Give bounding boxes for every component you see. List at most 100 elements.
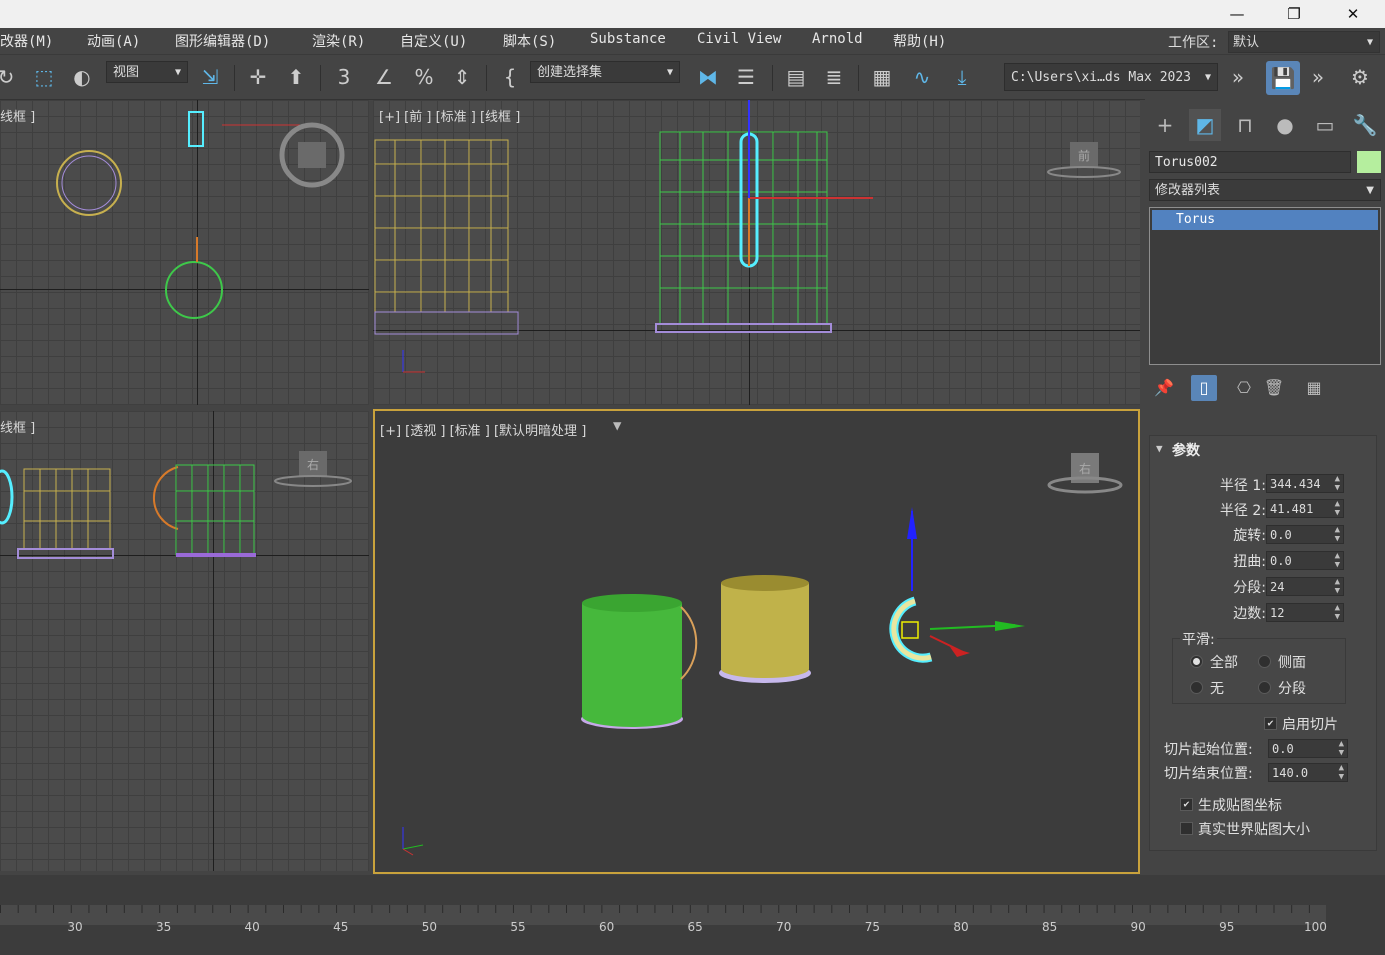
radius2-spinner[interactable]: 41.481 ▲ ▼ <box>1266 499 1344 518</box>
menu-substance[interactable]: Substance <box>590 31 666 47</box>
radius1-spinner[interactable]: 344.434 ▲ ▼ <box>1266 474 1344 493</box>
smooth-segments-radio[interactable] <box>1258 681 1271 694</box>
viewport-front[interactable]: [+] [前 ] [标准 ] [线框 ] 前 <box>373 100 1140 405</box>
percent-snap-icon[interactable]: % <box>410 63 438 91</box>
close-button[interactable]: ✕ <box>1338 4 1368 24</box>
select-object-icon[interactable]: ◐ <box>68 63 96 91</box>
rollout-title[interactable]: 参数 <box>1172 440 1200 460</box>
object-name-field[interactable]: Torus002 <box>1149 151 1351 173</box>
timeline[interactable]: 30 35 40 45 50 55 60 65 70 75 80 85 90 95 100 <box>0 875 1385 955</box>
create-tab-icon[interactable]: + <box>1149 109 1181 141</box>
remove-modifier-icon[interactable]: 🗑 <box>1261 375 1287 401</box>
axis-tripod-y <box>402 844 424 850</box>
named-selection-icon[interactable]: { <box>496 63 524 91</box>
hierarchy-tab-icon[interactable]: ⊓ <box>1229 109 1261 141</box>
expand-more-icon[interactable]: » <box>1224 63 1252 91</box>
display-tab-icon[interactable]: ▭ <box>1309 109 1341 141</box>
stack-item-torus[interactable]: Torus <box>1152 210 1378 230</box>
gen-map-coords-checkbox[interactable]: ✔ <box>1180 798 1193 811</box>
workspace-select[interactable]: 默认 ▼ <box>1228 31 1380 53</box>
place-icon[interactable]: ⬆ <box>282 63 310 91</box>
timeline-tick-label: 55 <box>510 920 526 934</box>
reference-coord-dropdown[interactable]: 视图 ▼ <box>106 61 188 83</box>
yellow-cylinder-left <box>23 468 111 550</box>
param-label-sides: 边数: <box>1233 606 1266 622</box>
menu-scripting[interactable]: 脚本(S) <box>503 31 556 51</box>
green-cylinder-front <box>659 131 828 325</box>
slice-from-label: 切片起始位置: <box>1164 742 1253 758</box>
slice-to-spinner[interactable]: 140.0 ▲ ▼ <box>1268 763 1348 782</box>
menu-customize[interactable]: 自定义(U) <box>400 31 467 51</box>
pivot-icon[interactable]: ⇲ <box>196 63 224 91</box>
torus-selected-left <box>0 469 14 525</box>
real-world-map-checkbox[interactable] <box>1180 822 1193 835</box>
curve-editor-icon[interactable]: ∿ <box>908 63 936 91</box>
timeline-tick-label: 60 <box>598 920 615 934</box>
show-end-result-icon[interactable]: ▯ <box>1191 375 1217 401</box>
workspace-label: 工作区: <box>1168 35 1219 51</box>
menu-graph-editors[interactable]: 图形编辑器(D) <box>175 31 270 51</box>
menu-help[interactable]: 帮助(H) <box>893 31 946 51</box>
axis-tripod-x <box>402 848 414 856</box>
collapse-icon[interactable]: ▼ <box>1156 442 1163 455</box>
viewport-left[interactable]: 线框 ] 右 <box>0 411 369 871</box>
mirror-icon[interactable]: ⧓ <box>694 63 722 91</box>
timeline-tick-label: 100 <box>1303 920 1327 934</box>
motion-tab-icon[interactable]: ● <box>1269 109 1301 141</box>
rotation-spinner[interactable]: 0.0 ▲ ▼ <box>1266 525 1344 544</box>
toolbar-separator <box>320 65 321 91</box>
minimize-button[interactable]: — <box>1222 4 1252 24</box>
configure-sets-icon[interactable]: ▦ <box>1301 375 1327 401</box>
smooth-none-radio[interactable] <box>1190 681 1203 694</box>
schematic-view-icon[interactable]: ⤓ <box>948 63 976 91</box>
redo-icon[interactable]: ↻ <box>0 63 20 91</box>
green-cup-body <box>582 603 682 727</box>
perspective-objects: 右 <box>402 453 1123 856</box>
project-path-dropdown[interactable]: C:\Users\xi…ds Max 2023 ▼ <box>1004 63 1218 91</box>
spinner-arrows-icon: ▲ ▼ <box>1338 763 1344 782</box>
save-icon[interactable]: 💾 <box>1266 61 1300 95</box>
selection-set-dropdown[interactable]: 创建选择集 ▼ <box>530 61 680 83</box>
make-unique-icon[interactable]: ⎔ <box>1231 375 1257 401</box>
slice-on-checkbox[interactable]: ✔ <box>1264 717 1277 730</box>
time-ruler[interactable] <box>0 905 1326 925</box>
snap-3d-icon[interactable]: 3 <box>330 63 358 91</box>
param-label-segments: 分段: <box>1233 580 1266 596</box>
torus-selected-top <box>188 111 204 147</box>
menu-rendering[interactable]: 渲染(R) <box>312 31 365 51</box>
sides-spinner[interactable]: 12 ▲ ▼ <box>1266 603 1344 622</box>
viewport-perspective[interactable]: [+] [透视 ] [标准 ] [默认明暗处理 ] ▼ 右 <box>373 409 1140 874</box>
spinner-snap-icon[interactable]: ⇕ <box>448 63 476 91</box>
restore-button[interactable]: ❐ <box>1279 4 1309 24</box>
angle-snap-icon[interactable]: ∠ <box>370 63 398 91</box>
timeline-tick-label: 45 <box>333 920 349 934</box>
object-color-swatch[interactable] <box>1357 151 1381 173</box>
smooth-sides-radio[interactable] <box>1258 655 1271 668</box>
render-setup-icon[interactable]: ⚙ <box>1346 63 1374 91</box>
move-icon[interactable]: ✛ <box>244 63 272 91</box>
expand-more-icon[interactable]: » <box>1304 63 1332 91</box>
layer-explorer-icon[interactable]: ≣ <box>820 63 848 91</box>
slice-from-spinner[interactable]: 0.0 ▲ ▼ <box>1268 739 1348 758</box>
utilities-tab-icon[interactable]: 🔧 <box>1349 109 1381 141</box>
parameters-rollout: ▼ 参数 半径 1: 344.434 ▲ ▼ 半径 2: 41.481 ▲ ▼ 旋转: … <box>1149 435 1377 851</box>
align-icon[interactable]: ☰ <box>732 63 760 91</box>
modifier-list-dropdown[interactable]: 修改器列表 ▼ <box>1149 179 1381 201</box>
pin-stack-icon[interactable]: 📌 <box>1151 375 1177 401</box>
segments-spinner[interactable]: 24 ▲ ▼ <box>1266 577 1344 596</box>
modifier-stack: Torus <box>1149 207 1381 365</box>
menu-animation[interactable]: 动画(A) <box>87 31 140 51</box>
viewport-top[interactable]: 线框 ] <box>0 100 369 405</box>
select-region-icon[interactable]: ⬚ <box>30 63 58 91</box>
twist-spinner[interactable]: 0.0 ▲ ▼ <box>1266 551 1344 570</box>
modify-tab-icon[interactable]: ◩ <box>1189 109 1221 141</box>
viewcube[interactable] <box>298 142 326 168</box>
smooth-all-radio[interactable] <box>1190 655 1203 668</box>
menu-modifiers[interactable]: 改器(M) <box>0 31 53 51</box>
menu-civil-view[interactable]: Civil View <box>697 31 781 47</box>
ribbon-icon[interactable]: ▦ <box>868 63 896 91</box>
scene-explorer-icon[interactable]: ▤ <box>782 63 810 91</box>
title-bar: — ❐ ✕ <box>0 0 1385 28</box>
green-cylinder-top <box>165 261 223 319</box>
menu-arnold[interactable]: Arnold <box>812 31 863 47</box>
